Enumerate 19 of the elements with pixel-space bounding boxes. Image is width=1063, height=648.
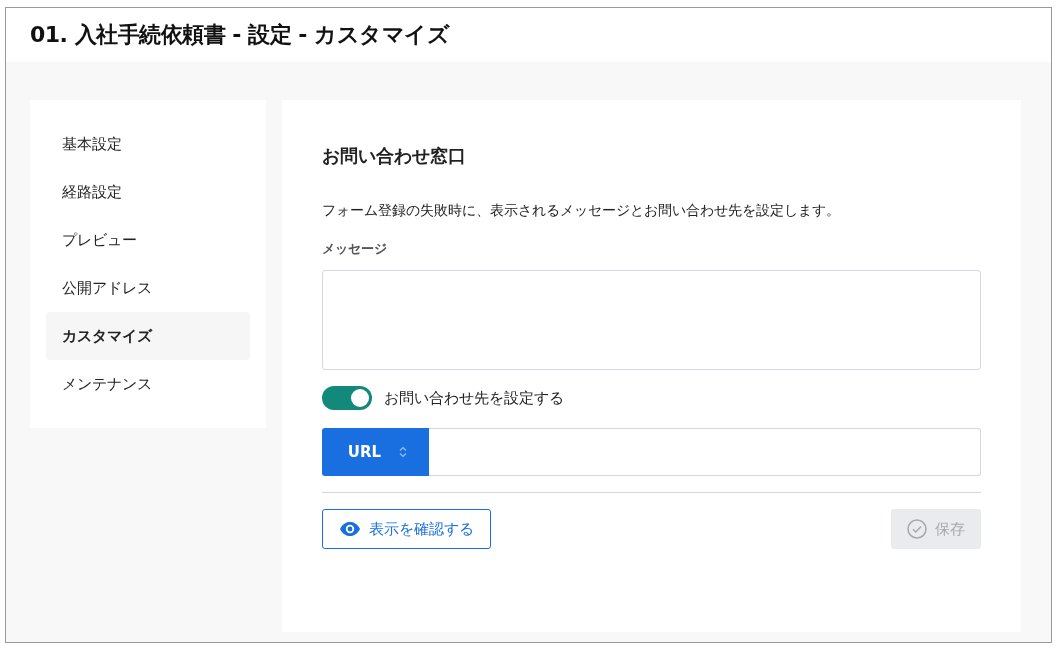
section-heading: お問い合わせ窓口 [322,144,467,168]
sidebar-item[interactable]: プレビュー [46,216,250,264]
description-text: フォーム登録の失敗時に、表示されるメッセージとお問い合わせ先を設定します。 [322,202,841,220]
eye-icon [339,521,361,537]
page-title: 01. 入社手続依頼書 - 設定 - カスタマイズ [30,21,450,49]
preview-button[interactable]: 表示を確認する [322,509,491,549]
sidebar-item[interactable]: カスタマイズ [46,312,250,360]
type-select[interactable]: URL [322,428,429,476]
sidebar-item[interactable]: 経路設定 [46,168,250,216]
url-input-field[interactable] [429,428,981,476]
sidebar-item[interactable]: メンテナンス [46,360,250,408]
toggle-switch[interactable] [322,386,372,410]
toggle-label: お問い合わせ先を設定する [384,388,564,408]
sidebar-item[interactable]: 基本設定 [46,120,250,168]
field-label: メッセージ [322,240,388,258]
check-circle-icon [907,519,927,539]
message-field[interactable] [322,270,981,370]
updown-caret-icon [399,446,408,458]
sidebar-item[interactable]: 公開アドレス [46,264,250,312]
